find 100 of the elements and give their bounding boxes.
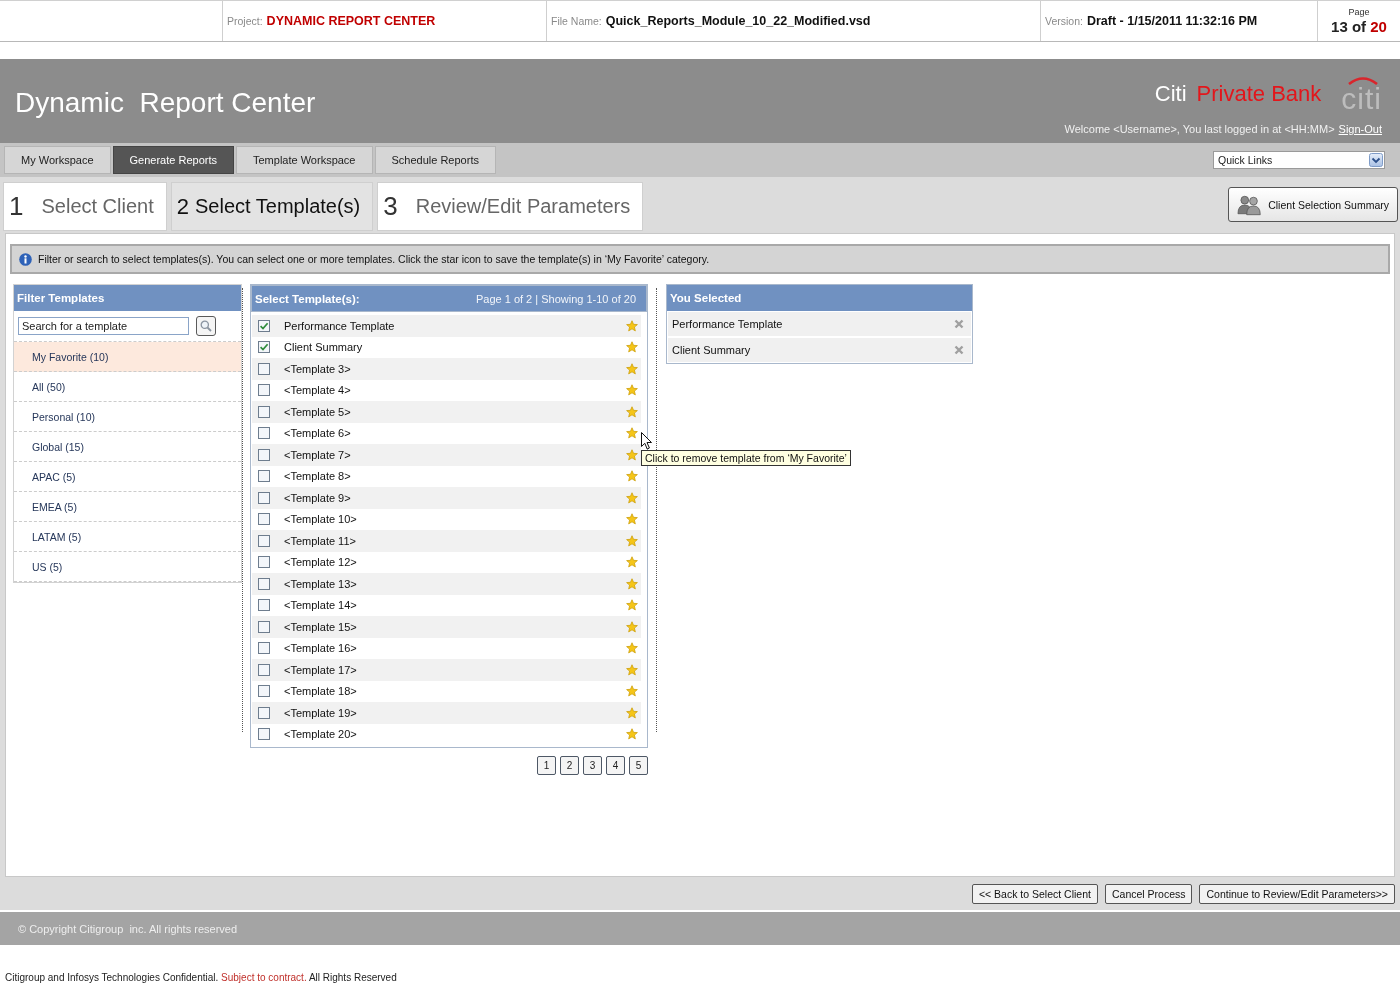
action-button[interactable]: Cancel Process [1104,883,1193,904]
checkbox[interactable] [258,663,270,676]
star-icon[interactable] [626,384,638,397]
search-field[interactable]: Search for a template [18,317,189,335]
people-icon [1237,193,1263,216]
star-icon[interactable] [626,534,638,547]
checkbox[interactable] [258,728,270,741]
checkbox[interactable] [258,620,270,633]
checkbox[interactable] [258,513,270,526]
filter-item[interactable]: My Favorite (10) [14,342,241,372]
file-name: Quick_Reports_Module_10_22_Modified.vsd [605,14,871,28]
checkbox[interactable] [258,362,270,375]
tooltip: Click to remove template from ‘My Favorite’ [641,450,851,466]
checkbox[interactable] [258,534,270,547]
project-name: DYNAMIC REPORT CENTER [266,14,436,28]
template-name: <Template 16> [284,642,357,655]
wizard-step: 2 Select Template(s) [170,182,374,231]
star-icon[interactable] [626,728,638,741]
confidentiality-notice: Citigroup and Infosys Technologies Confidential. Subject to contract. All Rights Reserved [4,971,398,984]
star-icon[interactable] [626,599,638,612]
star-icon[interactable] [626,362,638,375]
page-button[interactable]: 4 [606,756,625,775]
checkbox[interactable] [258,556,270,569]
action-button[interactable]: Continue to Review/Edit Parameters>> [1199,883,1395,904]
app-title: Dynamic Report Center [15,86,316,120]
filter-item[interactable]: US (5) [14,552,241,582]
star-icon[interactable] [626,577,638,590]
template-name: <Template 19> [284,706,357,719]
filter-item[interactable]: APAC (5) [14,462,241,492]
selected-template: Client Summary [672,344,751,356]
star-icon[interactable] [626,470,638,483]
quick-links-dropdown[interactable]: Quick Links [1213,151,1385,169]
wizard-step: 3 Review/Edit Parameters [377,182,644,231]
client-selection-summary-button[interactable]: Client Selection Summary [1228,187,1398,222]
remove-icon[interactable] [954,319,964,329]
template-name: <Template 8> [284,470,351,483]
star-icon[interactable] [626,663,638,676]
nav-tab[interactable]: Template Workspace [236,146,373,174]
page-button[interactable]: 5 [629,756,648,775]
checkbox[interactable] [258,427,270,440]
template-name: <Template 3> [284,362,351,375]
template-name: <Template 9> [284,491,351,504]
checkbox[interactable] [258,706,270,719]
paging-text: Page 1 of 2 | Showing 1-10 of 20 [475,292,636,305]
star-icon[interactable] [626,448,638,461]
star-icon[interactable] [626,405,638,418]
star-icon[interactable] [626,341,638,354]
checkbox[interactable] [258,470,270,483]
star-icon[interactable] [626,513,638,526]
star-icon[interactable] [626,556,638,569]
filter-item[interactable]: Global (15) [14,432,241,462]
star-icon[interactable] [626,319,638,332]
page-button[interactable]: 2 [560,756,579,775]
filter-item[interactable]: Personal (10) [14,402,241,432]
star-icon[interactable] [626,642,638,655]
checkbox[interactable] [258,685,270,698]
checkbox[interactable] [258,448,270,461]
star-icon[interactable] [626,685,638,698]
checkbox[interactable] [258,319,270,332]
checkbox[interactable] [258,642,270,655]
page-button[interactable]: 1 [537,756,556,775]
field-label: Project: [227,15,263,27]
template-name: <Template 15> [284,620,357,633]
nav-tab[interactable]: My Workspace [4,146,111,174]
template-name: <Template 7> [284,448,351,461]
copyright-text: © Copyright Citigroup inc. All rights reserved [18,922,238,935]
page-number: 13 of 20 [1331,18,1387,35]
template-name: Performance Template [284,319,395,332]
search-button[interactable] [196,316,216,336]
checkbox[interactable] [258,384,270,397]
star-icon[interactable] [626,706,638,719]
version-text: Draft - 1/15/2011 11:32:16 PM [1086,14,1258,28]
star-icon[interactable] [626,427,638,440]
page-label: Page [1348,7,1370,17]
action-button[interactable]: << Back to Select Client [971,883,1098,904]
field-label: Version: [1045,15,1083,27]
welcome-text: Welcome <Username>, You last logged in at <HH:MM> [1064,123,1335,136]
nav-tab[interactable]: Generate Reports [112,146,234,174]
panel-title: Select Template(s): [255,292,360,305]
selected-template: Performance Template [672,318,783,330]
filter-item[interactable]: All (50) [14,372,241,402]
info-text: Filter or search to select templates(s). You can select one or more templates. Click the star icon to save the template(s) in ‘My Favorite’ category. [38,253,710,265]
filter-item[interactable]: LATAM (5) [14,522,241,552]
page-button[interactable]: 3 [583,756,602,775]
nav-tab[interactable]: Schedule Reports [374,146,496,174]
checkbox[interactable] [258,341,270,354]
checkbox[interactable] [258,491,270,504]
remove-icon[interactable] [954,345,964,355]
checkbox[interactable] [258,577,270,590]
checkbox[interactable] [258,599,270,612]
star-icon[interactable] [626,620,638,633]
brand-name: Citi [1154,81,1187,107]
template-name: <Template 10> [284,513,357,526]
checkbox[interactable] [258,405,270,418]
info-icon [19,252,32,266]
star-icon[interactable] [626,491,638,504]
filter-item[interactable]: EMEA (5) [14,492,241,522]
template-name: <Template 5> [284,405,351,418]
template-name: <Template 11> [284,534,356,547]
brand-subtitle: Private Bank [1196,81,1322,107]
